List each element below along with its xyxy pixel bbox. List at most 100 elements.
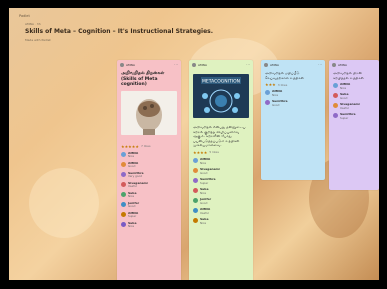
avatar (121, 191, 126, 197)
comment-item: Suba Nice (193, 187, 249, 195)
avatar (121, 211, 126, 217)
comment-text: Super (200, 180, 209, 185)
comment-text: Good (128, 204, 136, 209)
star-rating: ★★★★★ (121, 143, 139, 149)
like-count: 3 likes (277, 82, 288, 87)
comment-item: AMNA Useful (193, 207, 249, 215)
comment-item: Sivaganami Useful (333, 103, 375, 110)
author-name: AMNA (198, 62, 207, 67)
avatar (265, 100, 270, 106)
star-rating: ★★★ (265, 82, 276, 88)
avatar (193, 167, 198, 173)
avatar (333, 93, 338, 99)
rating[interactable]: ★★★★★ 7 likes (121, 144, 177, 149)
comment-text: Very good (128, 174, 143, 179)
post-text: அறிவறிதல் திறன் கற்பித்தல் உத்திகள் (333, 71, 364, 80)
comment-item: AMNA Nice (121, 151, 177, 159)
comment-item: AMNA Nice (333, 83, 375, 90)
comment-item: Suba Nice (193, 217, 249, 225)
avatar (192, 62, 196, 67)
comment-text: Nice (128, 154, 135, 159)
comment-text: Good (272, 102, 280, 107)
avatar (193, 207, 198, 213)
comment-text: Nice (200, 220, 207, 225)
rating[interactable]: ★★★ 3 likes (265, 82, 321, 87)
avatar (193, 187, 198, 193)
board-author: AMNA · 3h (25, 22, 41, 26)
comment-text: Nice (128, 194, 135, 199)
avatar (333, 103, 338, 109)
avatar (121, 221, 126, 227)
post-text: அறிவறிதல் மதிப்பீடு செய்வதற்கான உத்திகள் (265, 71, 304, 80)
board-title: Skills of Meta – Cognition – It's Instru… (25, 28, 213, 35)
more-options-icon[interactable]: ⋯ (174, 62, 178, 67)
comment-item: AMNA Good (121, 161, 177, 169)
avatar (193, 157, 198, 163)
comment-item: Jenifer Good (193, 197, 249, 205)
avatar (121, 151, 126, 157)
comment-item: Suba Nice (121, 221, 177, 229)
comment-text: Super (340, 115, 349, 120)
comment-text: Nice (128, 224, 135, 229)
comment-text: Nice (200, 190, 207, 195)
comment-item: AMNA Nice (193, 157, 249, 165)
avatar (193, 217, 198, 223)
post-header: AMNA (329, 60, 379, 69)
like-count: 5 likes (209, 150, 219, 155)
comment-item: Sumithra Super (333, 113, 375, 120)
more-options-icon[interactable]: ⋯ (318, 62, 322, 67)
avatar (333, 83, 338, 89)
post-title: அறிவறிதல் திறன்கள் (Skills of Meta cogni… (121, 71, 165, 87)
padlet-home-link[interactable]: Padlet (19, 14, 30, 18)
avatar (264, 62, 268, 67)
more-options-icon[interactable]: ⋯ (246, 62, 250, 67)
comment-item: AMNA Nice (265, 90, 321, 97)
post-column-2[interactable]: AMNA ⋯ METACOGNITION அறிவறிதல் என்பது தன… (189, 60, 253, 280)
rating[interactable]: ★★★★ 5 likes (193, 150, 249, 155)
like-count: 7 likes (140, 144, 151, 148)
avatar (121, 161, 126, 167)
comment-text: Good (200, 170, 208, 175)
comment-item: Sivaganami Useful (121, 181, 177, 189)
post-column-1[interactable]: AMNA ⋯ அறிவறிதல் திறன்கள் (Skills of Met… (117, 60, 181, 280)
avatar (332, 62, 336, 67)
comment-text: Useful (200, 210, 209, 215)
post-column-4[interactable]: AMNA அறிவறிதல் திறன் கற்பித்தல் உத்திகள்… (329, 60, 379, 190)
image-label: METACOGNITION (202, 79, 240, 85)
comment-text: Good (340, 95, 348, 100)
comment-text: Nice (272, 92, 279, 97)
post-header: AMNA ⋯ (261, 60, 325, 69)
comment-item: Jenifer Good (121, 201, 177, 209)
avatar (193, 177, 198, 183)
comment-text: Good (200, 200, 208, 205)
avatar (265, 90, 270, 96)
metacognition-image: METACOGNITION (193, 74, 249, 118)
author-name: AMNA (338, 62, 347, 67)
brain-head-image (121, 90, 177, 135)
post-header: AMNA ⋯ (189, 60, 253, 69)
star-rating: ★★★★ (193, 149, 208, 155)
avatar (121, 201, 126, 207)
post-header: AMNA ⋯ (117, 60, 181, 69)
comment-text: Nice (340, 85, 347, 90)
post-text: அறிவறிதல் என்பது தன்னுடைய கற்றல் குறித்த… (193, 125, 246, 148)
comment-item: Suba Good (333, 93, 375, 100)
comment-item: AMNA Super (121, 211, 177, 219)
comment-text: Useful (340, 105, 349, 110)
padlet-board: Padlet AMNA · 3h Skills of Meta – Cognit… (9, 8, 379, 280)
avatar (121, 171, 126, 177)
avatar (333, 113, 338, 119)
post-column-3[interactable]: AMNA ⋯ அறிவறிதல் மதிப்பீடு செய்வதற்கான உ… (261, 60, 325, 180)
comment-text: Good (128, 164, 136, 169)
avatar (121, 181, 126, 187)
comment-text: Useful (128, 184, 137, 189)
author-name: AMNA (270, 62, 279, 67)
author-name: AMNA (126, 62, 135, 67)
board-subtitle: Made with Padlet (25, 38, 51, 42)
comment-item: Sumithra Very good (121, 171, 177, 179)
comment-item: Suba Nice (121, 191, 177, 199)
comment-text: Super (128, 214, 137, 219)
background-decoration (29, 168, 99, 238)
avatar (120, 62, 124, 67)
comment-item: Sumithra Super (193, 177, 249, 185)
